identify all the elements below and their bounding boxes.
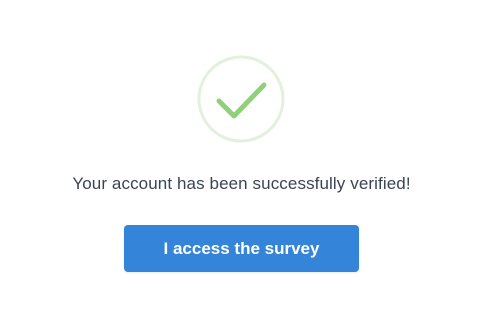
check-circle-icon: [197, 55, 285, 143]
access-survey-button[interactable]: I access the survey: [124, 225, 359, 272]
check-icon: [197, 55, 285, 143]
verification-message: Your account has been successfully verif…: [72, 174, 411, 193]
